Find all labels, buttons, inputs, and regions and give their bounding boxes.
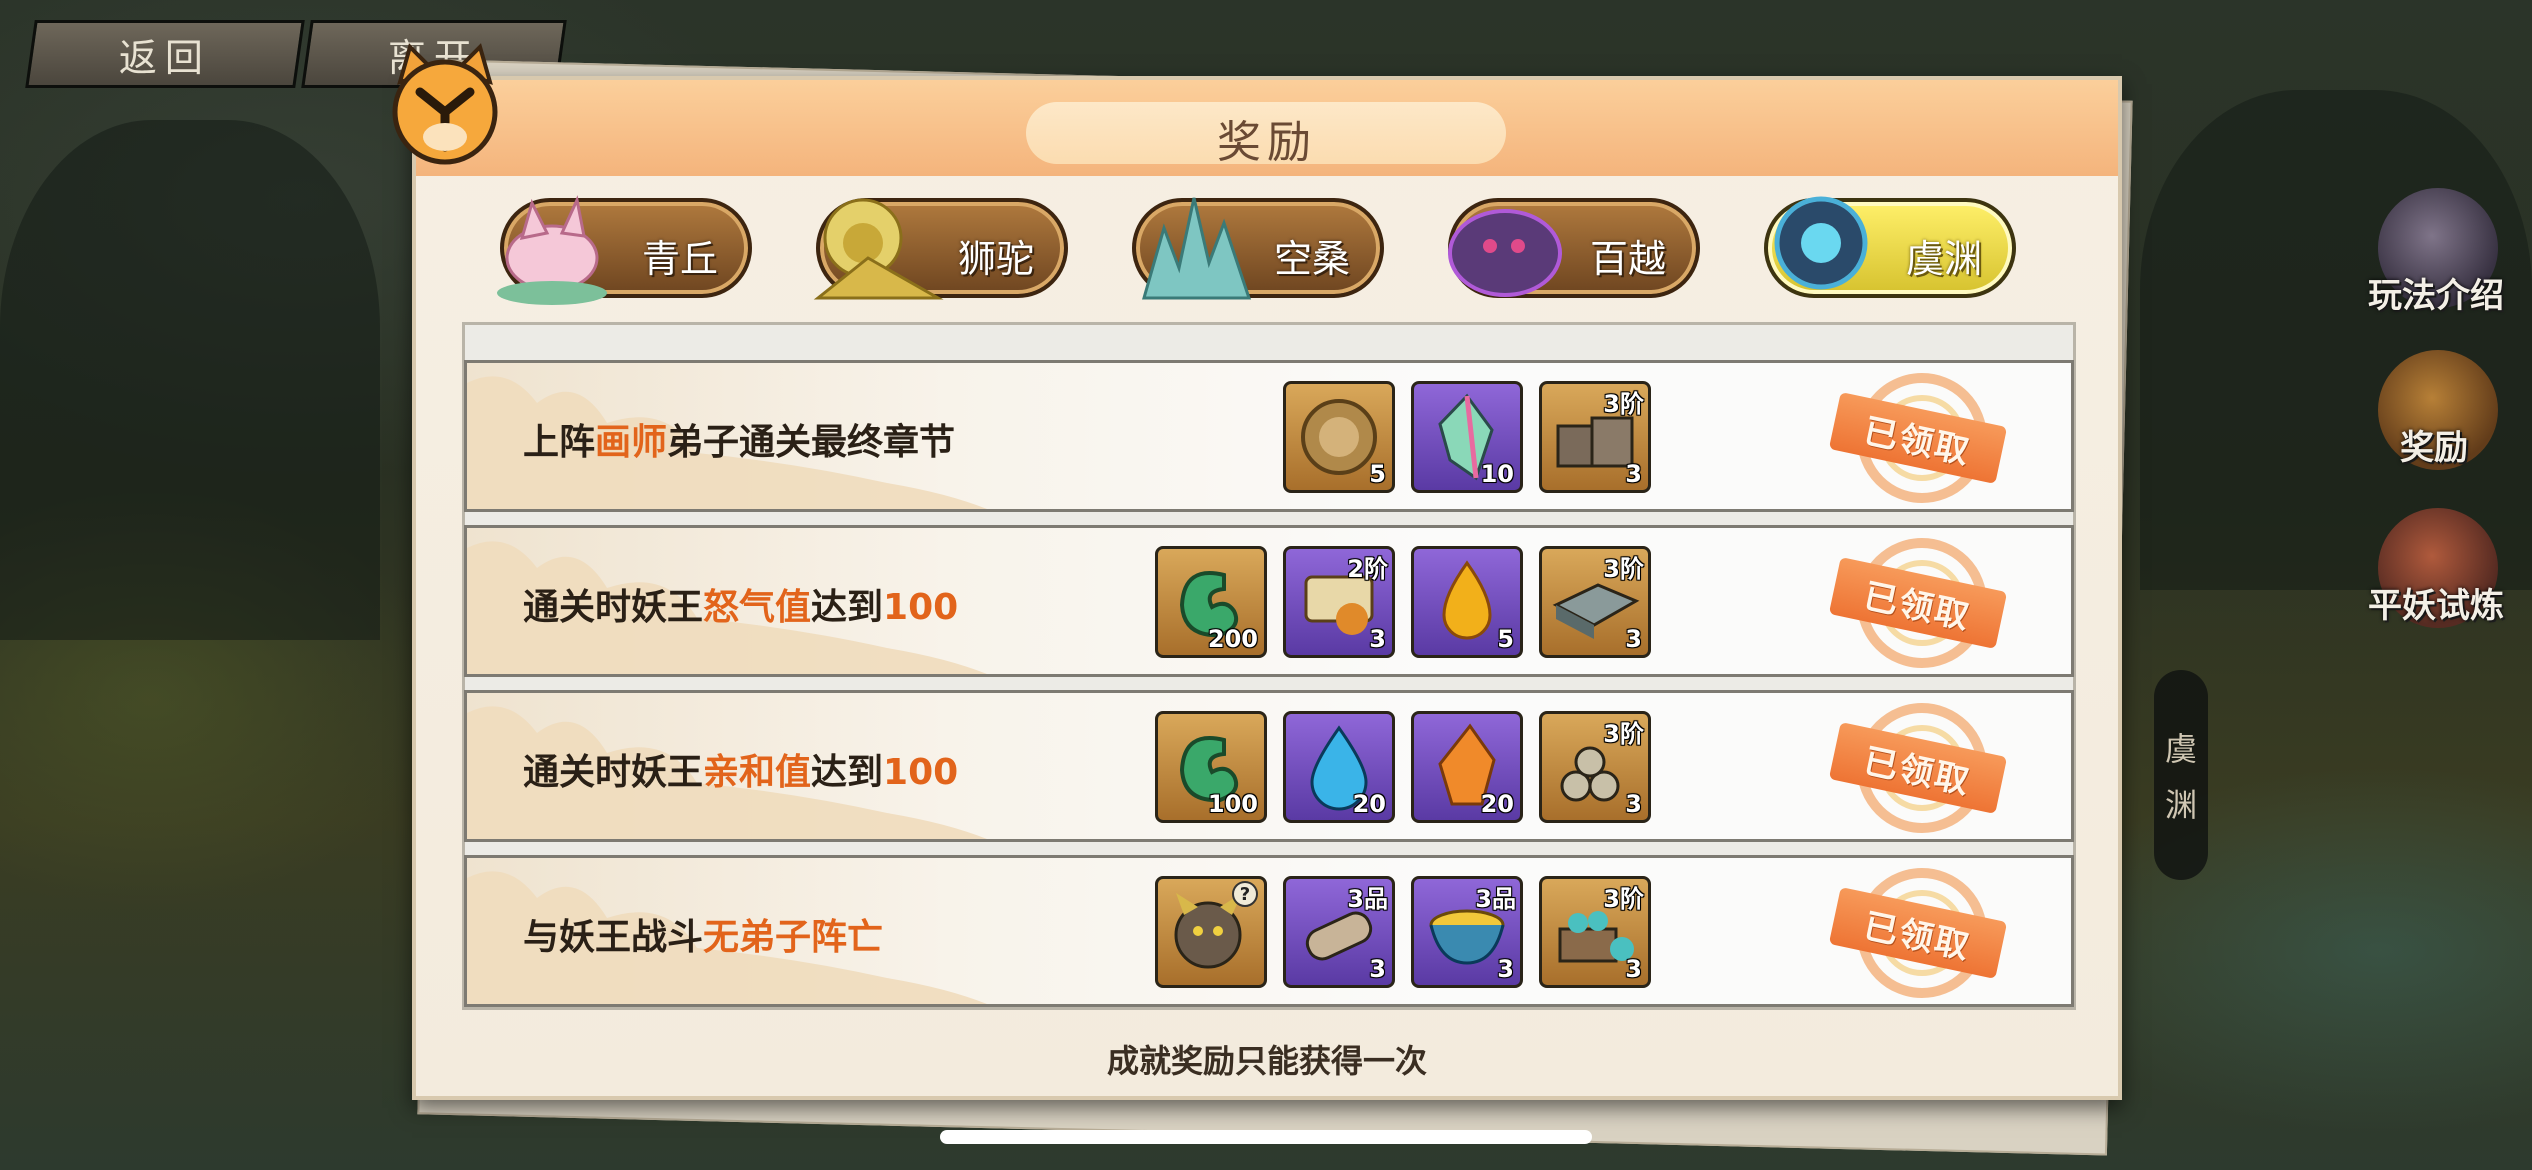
lion-icon — [813, 198, 944, 300]
tab-qingqiu[interactable]: 青丘 — [497, 195, 752, 305]
achievement-row: 通关时妖王亲和值达到100 100 20 20 3阶 3 已领取 — [464, 690, 2074, 842]
mountain-silhouette — [0, 120, 380, 640]
text-part: 上阵 — [523, 422, 596, 463]
reward-item-scroll[interactable]: 2阶 3 — [1283, 546, 1395, 658]
claimed-stamp: 已领取 — [1823, 538, 2015, 668]
text-highlight: 100 — [883, 752, 959, 793]
rewards-label[interactable]: 奖励 — [2400, 420, 2468, 469]
trial-label[interactable]: 平妖试炼 — [2368, 578, 2504, 627]
achievement-text: 上阵画师弟子通关最终章节 — [523, 413, 955, 465]
play-intro-label[interactable]: 玩法介绍 — [2368, 268, 2504, 317]
panel-header: 奖励 — [416, 80, 2118, 176]
claimed-stamp: 已领取 — [1823, 373, 2015, 503]
text-highlight: 怒气值 — [703, 587, 812, 628]
unknown-badge: ? — [1232, 881, 1258, 907]
text-part: 达到 — [811, 752, 884, 793]
tab-label: 狮驼 — [957, 237, 1034, 281]
item-count: 3 — [1625, 955, 1642, 983]
item-tier: 3阶 — [1603, 390, 1644, 418]
mountain-silhouette — [2140, 90, 2532, 590]
item-tier: 3阶 — [1603, 720, 1644, 748]
tab-label: 空桑 — [1273, 237, 1350, 281]
text-highlight: 100 — [883, 587, 959, 628]
item-count: 5 — [1497, 625, 1514, 653]
reward-item-fire-orb[interactable]: 5 — [1411, 546, 1523, 658]
item-tier: 2阶 — [1347, 555, 1388, 583]
ruins-icon — [1142, 197, 1252, 300]
tab-label: 青丘 — [641, 237, 718, 281]
text-part: 达到 — [811, 587, 884, 628]
back-button-label: 返回 — [118, 35, 211, 80]
tab-shituo[interactable]: 狮驼 — [813, 198, 1068, 300]
fox-icon — [497, 195, 607, 305]
item-count: 5 — [1369, 460, 1386, 488]
reward-item-logs[interactable]: 3阶 3 — [1539, 711, 1651, 823]
text-highlight: 画师 — [595, 422, 668, 463]
item-count: 3 — [1369, 625, 1386, 653]
reward-item-tray[interactable]: 3阶 3 — [1539, 546, 1651, 658]
text-part: 通关时妖王 — [523, 752, 704, 793]
reward-item-ore-cart[interactable]: 3阶 3 — [1539, 876, 1651, 988]
item-tier: 3阶 — [1603, 555, 1644, 583]
item-count: 20 — [1480, 790, 1514, 818]
achievement-row: 与妖王战斗无弟子阵亡 ? 3品 3 3品 3 3阶 3 已领取 — [464, 855, 2074, 1007]
region-side-tab-char: 渊 — [2164, 786, 2197, 824]
achievement-row: 通关时妖王怒气值达到100 200 2阶 3 5 3阶 3 已领取 — [464, 525, 2074, 677]
text-highlight: 无弟子阵亡 — [703, 917, 884, 958]
back-button[interactable]: 返回 — [25, 20, 305, 88]
text-part: 通关时妖王 — [523, 587, 704, 628]
home-indicator[interactable] — [940, 1130, 1592, 1144]
panel-title: 奖励 — [1217, 117, 1317, 168]
achievement-text: 与妖王战斗无弟子阵亡 — [523, 908, 883, 960]
region-side-tab[interactable]: 虞 渊 — [2154, 670, 2208, 880]
item-tier: 3品 — [1347, 885, 1388, 913]
item-count: 100 — [1207, 790, 1258, 818]
tab-label: 虞渊 — [1905, 237, 1982, 281]
item-count: 3 — [1625, 790, 1642, 818]
item-count: 3 — [1369, 955, 1386, 983]
reward-item-crystal[interactable]: 10 — [1411, 381, 1523, 493]
reward-item-crate[interactable]: 3阶 3 — [1539, 381, 1651, 493]
reward-item-log-scroll[interactable]: 3品 3 — [1283, 876, 1395, 988]
claimed-stamp: 已领取 — [1823, 868, 2015, 998]
text-highlight: 亲和值 — [703, 752, 812, 793]
text-part: 与妖王战斗 — [523, 917, 704, 958]
reward-item-amber-crystal[interactable]: 20 — [1411, 711, 1523, 823]
item-tier: 3阶 — [1603, 885, 1644, 913]
reward-item-bowl[interactable]: 3品 3 — [1411, 876, 1523, 988]
shadow-beast-icon — [1448, 209, 1562, 297]
item-tier: 3品 — [1475, 885, 1516, 913]
item-count: 3 — [1625, 625, 1642, 653]
tab-kongsang[interactable]: 空桑 — [1132, 197, 1384, 300]
item-count: 3 — [1625, 460, 1642, 488]
cat-mascot-close-icon[interactable] — [380, 42, 510, 172]
item-count: 10 — [1480, 460, 1514, 488]
achievement-text: 通关时妖王怒气值达到100 — [523, 578, 958, 630]
item-count: 3 — [1497, 955, 1514, 983]
reward-item-monster-portrait[interactable]: ? — [1155, 876, 1267, 988]
tab-baiyue[interactable]: 百越 — [1448, 198, 1700, 298]
reward-item-water-drop[interactable]: 20 — [1283, 711, 1395, 823]
text-part: 弟子通关最终章节 — [667, 422, 956, 463]
tab-label: 百越 — [1589, 237, 1666, 281]
reward-item-jade[interactable]: 100 — [1155, 711, 1267, 823]
item-count: 200 — [1207, 625, 1258, 653]
achievement-text: 通关时妖王亲和值达到100 — [523, 743, 958, 795]
footer-note: 成就奖励只能获得一次 — [1106, 1042, 1427, 1080]
item-count: 20 — [1352, 790, 1386, 818]
tab-yuyuan[interactable]: 虞渊 — [1764, 196, 2016, 298]
reward-item-jade[interactable]: 200 — [1155, 546, 1267, 658]
claimed-stamp: 已领取 — [1823, 703, 2015, 833]
achievement-row: 上阵画师弟子通关最终章节 5 10 3阶 3 已领取 — [464, 360, 2074, 512]
reward-item-coin[interactable]: 5 — [1283, 381, 1395, 493]
portal-icon — [1774, 196, 1868, 290]
region-side-tab-char: 虞 — [2164, 730, 2197, 768]
